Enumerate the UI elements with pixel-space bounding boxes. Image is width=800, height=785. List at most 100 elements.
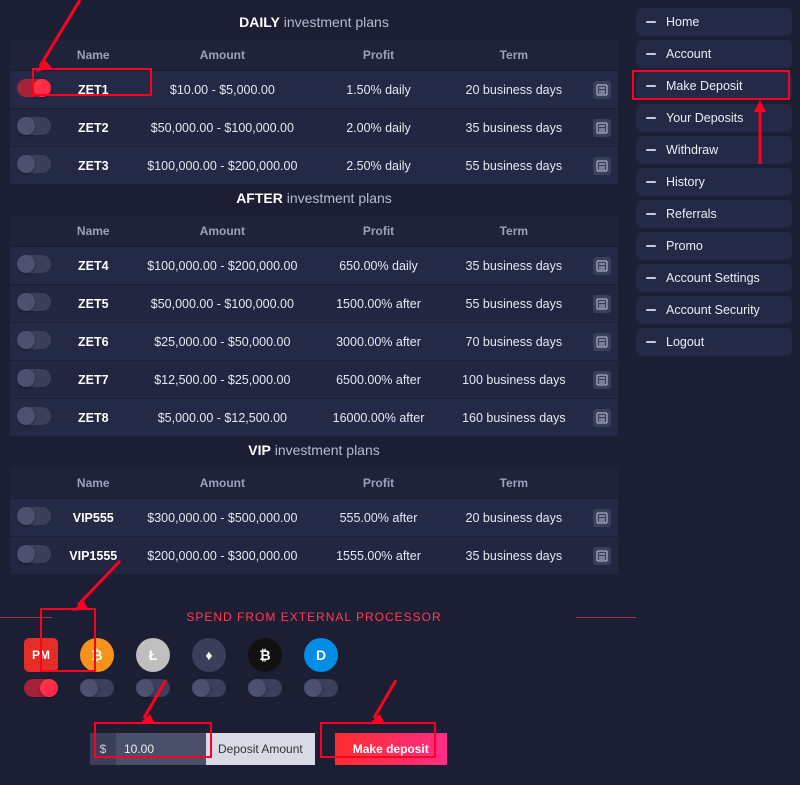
col-header-amount: Amount	[129, 468, 316, 499]
plan-section-title-bold: DAILY	[239, 14, 280, 30]
deposit-amount-label: Deposit Amount	[206, 733, 315, 765]
processor-toggle[interactable]	[80, 679, 114, 697]
processor-toggle[interactable]	[248, 679, 282, 697]
btc-icon[interactable]: ₿	[80, 638, 114, 672]
calculator-icon[interactable]	[593, 295, 611, 313]
plan-profit: 2.00% daily	[316, 109, 441, 147]
make-deposit-button[interactable]: Make deposit	[335, 733, 447, 765]
minus-icon	[646, 21, 656, 23]
sidebar-item[interactable]: Make Deposit	[636, 72, 792, 100]
plan-toggle[interactable]	[17, 407, 51, 425]
plan-term: 70 business days	[441, 323, 587, 361]
plan-row: VIP1555 $200,000.00 - $300,000.00 1555.0…	[10, 537, 618, 575]
sidebar-item[interactable]: Account Settings	[636, 264, 792, 292]
processor-toggle[interactable]	[24, 679, 58, 697]
calculator-icon[interactable]	[593, 547, 611, 565]
calculator-icon[interactable]	[593, 157, 611, 175]
sidebar-item-label: Withdraw	[666, 143, 718, 157]
plan-name: VIP555	[58, 499, 129, 537]
processor-toggle[interactable]	[304, 679, 338, 697]
plan-toggle[interactable]	[17, 293, 51, 311]
col-header-name: Name	[58, 216, 129, 247]
eth-icon[interactable]: ♦	[192, 638, 226, 672]
calculator-icon[interactable]	[593, 81, 611, 99]
deposit-amount-input[interactable]	[116, 733, 206, 765]
plan-term: 160 business days	[441, 399, 587, 437]
plan-amount: $12,500.00 - $25,000.00	[129, 361, 316, 399]
plan-amount: $100,000.00 - $200,000.00	[129, 247, 316, 285]
sidebar-item-label: Account	[666, 47, 711, 61]
plan-name: ZET7	[58, 361, 129, 399]
col-header-profit: Profit	[316, 468, 441, 499]
plan-toggle[interactable]	[17, 369, 51, 387]
plan-toggle[interactable]	[17, 255, 51, 273]
calculator-icon[interactable]	[593, 509, 611, 527]
plan-term: 20 business days	[441, 499, 587, 537]
sidebar-item-label: Account Security	[666, 303, 760, 317]
minus-icon	[646, 85, 656, 87]
sidebar-item[interactable]: Home	[636, 8, 792, 36]
sidebar-item[interactable]: History	[636, 168, 792, 196]
sidebar-item[interactable]: Promo	[636, 232, 792, 260]
col-header-term: Term	[441, 468, 587, 499]
sidebar-item[interactable]: Account	[636, 40, 792, 68]
processor-section: SPEND FROM EXTERNAL PROCESSOR PM ₿ Ł ♦ ₿ D	[10, 610, 618, 697]
plan-toggle[interactable]	[17, 155, 51, 173]
processor-btc: ₿	[80, 638, 114, 697]
processor-toggle[interactable]	[192, 679, 226, 697]
sidebar-item[interactable]: Account Security	[636, 296, 792, 324]
plan-toggle[interactable]	[17, 331, 51, 349]
dash-icon[interactable]: D	[304, 638, 338, 672]
plan-toggle[interactable]	[17, 545, 51, 563]
plan-term: 35 business days	[441, 109, 587, 147]
pm-icon[interactable]: PM	[24, 638, 58, 672]
minus-icon	[646, 181, 656, 183]
calculator-icon[interactable]	[593, 257, 611, 275]
plan-profit: 1555.00% after	[316, 537, 441, 575]
plan-name: ZET1	[58, 71, 129, 109]
processor-eth: ♦	[192, 638, 226, 697]
ltc-icon[interactable]: Ł	[136, 638, 170, 672]
sidebar-item[interactable]: Your Deposits	[636, 104, 792, 132]
sidebar-item-label: Home	[666, 15, 699, 29]
plan-table: Name Amount Profit Term VIP555 $300,000.…	[10, 468, 618, 574]
calculator-icon[interactable]	[593, 371, 611, 389]
plan-term: 55 business days	[441, 147, 587, 185]
processor-toggle[interactable]	[136, 679, 170, 697]
plan-amount: $300,000.00 - $500,000.00	[129, 499, 316, 537]
processor-bch: ₿	[248, 638, 282, 697]
minus-icon	[646, 277, 656, 279]
sidebar-item-label: Promo	[666, 239, 703, 253]
plan-amount: $200,000.00 - $300,000.00	[129, 537, 316, 575]
processor-heading: SPEND FROM EXTERNAL PROCESSOR	[60, 610, 568, 624]
sidebar-item-label: Account Settings	[666, 271, 760, 285]
plan-term: 35 business days	[441, 537, 587, 575]
sidebar-item[interactable]: Logout	[636, 328, 792, 356]
plan-profit: 3000.00% after	[316, 323, 441, 361]
plan-row: ZET6 $25,000.00 - $50,000.00 3000.00% af…	[10, 323, 618, 361]
plan-amount: $5,000.00 - $12,500.00	[129, 399, 316, 437]
sidebar-item-label: Logout	[666, 335, 704, 349]
plan-name: ZET2	[58, 109, 129, 147]
col-header-term: Term	[441, 40, 587, 71]
plan-name: VIP1555	[58, 537, 129, 575]
plan-term: 100 business days	[441, 361, 587, 399]
plan-section-title-bold: VIP	[248, 442, 271, 458]
sidebar-item[interactable]: Referrals	[636, 200, 792, 228]
plan-profit: 1.50% daily	[316, 71, 441, 109]
plan-toggle[interactable]	[17, 507, 51, 525]
plan-amount: $50,000.00 - $100,000.00	[129, 285, 316, 323]
main-panel: DAILY investment plans Name Amount Profi…	[0, 0, 628, 785]
calculator-icon[interactable]	[593, 409, 611, 427]
sidebar: Home Account Make Deposit Your Deposits With…	[628, 0, 800, 785]
plan-toggle[interactable]	[17, 117, 51, 135]
calculator-icon[interactable]	[593, 119, 611, 137]
sidebar-item[interactable]: Withdraw	[636, 136, 792, 164]
plan-amount: $10.00 - $5,000.00	[129, 71, 316, 109]
processor-ltc: Ł	[136, 638, 170, 697]
plan-row: VIP555 $300,000.00 - $500,000.00 555.00%…	[10, 499, 618, 537]
calculator-icon[interactable]	[593, 333, 611, 351]
plan-toggle[interactable]	[17, 79, 51, 97]
plan-section-title: AFTER investment plans	[10, 184, 618, 216]
bch-icon[interactable]: ₿	[248, 638, 282, 672]
